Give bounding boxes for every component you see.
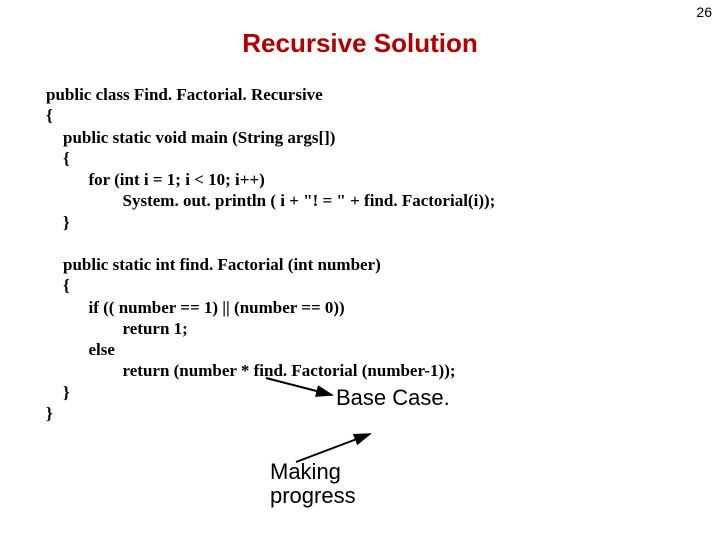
slide: 26 Recursive Solution public class Find.… [0,0,720,540]
arrow-making-progress [0,0,720,540]
annotation-making-progress: Making progress [270,460,356,508]
